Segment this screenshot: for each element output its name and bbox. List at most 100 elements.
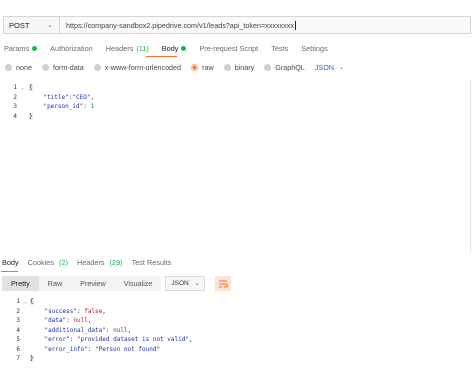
code-token: null	[73, 317, 88, 324]
code-line: "error": "provided dataset is not valid"…	[30, 335, 193, 345]
tab-pre-request-label: Pre-request Script	[199, 43, 259, 53]
body-format-label: JSON	[314, 62, 334, 72]
radio-raw[interactable]	[191, 63, 199, 71]
line-number: 1	[16, 298, 20, 305]
wrap-lines-button[interactable]	[214, 276, 231, 291]
view-mode-group: Pretty Raw Preview Visualize	[2, 276, 162, 291]
radio-raw-label[interactable]: raw	[202, 63, 214, 72]
line-number: 2	[16, 307, 20, 315]
code-token: 1	[90, 103, 95, 110]
cookies-count: (2)	[59, 258, 68, 267]
tab-test-results[interactable]: Test Results	[132, 258, 172, 270]
response-active-tab-underline	[1, 271, 18, 272]
radio-urlencoded-label[interactable]: x-www-form-urlencoded	[105, 63, 181, 72]
response-format-select[interactable]: JSON ⌄	[165, 276, 205, 291]
headers-count: (11)	[136, 43, 149, 53]
radio-none[interactable]	[5, 63, 12, 71]
view-preview[interactable]: Preview	[71, 276, 115, 291]
tab-params[interactable]: Params	[4, 41, 38, 55]
code-token: "success"	[44, 307, 77, 315]
fold-chevron-icon[interactable]: ⌄	[24, 298, 27, 308]
radio-form-data-label[interactable]: form-data	[53, 63, 84, 72]
text-cursor	[294, 20, 296, 30]
code-token: ,	[188, 336, 193, 343]
response-headers-count: (29)	[109, 258, 123, 267]
tab-cookies-label: Cookies	[27, 258, 55, 267]
code-token: }	[30, 355, 34, 362]
tab-response-headers-label: Headers	[76, 258, 105, 267]
tab-response-body[interactable]: Body	[2, 258, 19, 270]
view-pretty[interactable]: Pretty	[2, 276, 39, 291]
tab-body[interactable]: Body	[162, 41, 187, 55]
response-code: { "success": false, "data": null, "addit…	[30, 297, 193, 364]
code-token: :	[87, 345, 96, 353]
chevron-down-icon: ⌄	[338, 64, 345, 71]
code-token: ,	[90, 93, 95, 101]
radio-none-label[interactable]: none	[16, 63, 32, 72]
code-token: "error_info"	[44, 345, 88, 353]
tab-tests[interactable]: Tests	[271, 41, 288, 55]
code-line: {	[29, 83, 94, 93]
view-raw[interactable]: Raw	[39, 276, 71, 291]
response-body-viewer[interactable]: 1 2 3 4 5 6 7 ⌄ { "success": false, "dat…	[0, 297, 470, 387]
radio-graphql-label[interactable]: GraphQL	[275, 63, 305, 72]
tab-cookies[interactable]: Cookies (2)	[28, 258, 68, 270]
radio-form-data[interactable]	[42, 63, 49, 71]
url-text: https://company-sandbox2.pipedrive.com/v…	[66, 20, 294, 30]
code-line: "title":"CEO",	[29, 93, 94, 103]
code-token: "provided dataset is not valid"	[76, 336, 189, 343]
url-input[interactable]: https://company-sandbox2.pipedrive.com/v…	[59, 16, 471, 34]
request-code: { "title":"CEO", "person_id": 1}	[29, 83, 94, 121]
tab-test-results-label: Test Results	[131, 258, 172, 267]
view-visualize-label: Visualize	[123, 279, 153, 288]
radio-graphql[interactable]	[264, 63, 272, 71]
code-token: ,	[87, 317, 92, 324]
tab-pre-request-script[interactable]: Pre-request Script	[199, 41, 258, 55]
radio-urlencoded[interactable]	[93, 63, 101, 71]
code-token: "person_id"	[43, 103, 84, 110]
tab-headers[interactable]: Headers (11)	[106, 41, 149, 55]
view-preview-label: Preview	[80, 279, 106, 288]
code-token: "data"	[44, 317, 67, 324]
response-line-numbers: 1 2 3 4 5 6 7	[8, 297, 20, 364]
view-visualize[interactable]: Visualize	[115, 276, 162, 291]
body-format-select[interactable]: JSON ⌄	[315, 63, 344, 72]
fold-chevron-icon[interactable]: ⌄	[21, 84, 24, 94]
request-body-editor[interactable]: 1 2 3 4 ⌄ { "title":"CEO", "person_id": …	[0, 83, 470, 253]
code-token: "error"	[44, 336, 70, 343]
body-type-options: none form-data x-www-form-urlencoded raw…	[0, 61, 344, 73]
code-line: "error_info": "Person not found"	[30, 345, 193, 355]
code-token: }	[29, 112, 33, 120]
radio-binary-label[interactable]: binary	[235, 63, 255, 72]
response-tabs: Body Cookies (2) Headers (29) Test Resul…	[0, 258, 474, 270]
radio-binary[interactable]	[223, 63, 231, 71]
tab-settings-label: Settings	[301, 43, 328, 53]
code-token: ,	[127, 326, 132, 334]
line-number: 5	[16, 336, 20, 343]
code-token: false	[84, 307, 103, 315]
code-line: }	[29, 112, 94, 122]
line-number: 6	[16, 345, 20, 353]
code-line: {	[30, 297, 193, 307]
line-number: 4	[16, 326, 20, 334]
tab-authorization[interactable]: Authorization	[50, 41, 93, 55]
tab-settings[interactable]: Settings	[301, 41, 327, 55]
line-number: 1	[13, 84, 17, 91]
tab-tests-label: Tests	[271, 43, 289, 53]
method-select[interactable]: POST ⌄	[3, 16, 59, 34]
tab-body-label: Body	[161, 43, 179, 53]
tab-response-headers[interactable]: Headers (29)	[77, 258, 123, 270]
code-token: {	[29, 84, 33, 91]
code-line: "success": false,	[30, 307, 193, 317]
code-token: {	[30, 298, 34, 305]
method-label: POST	[9, 20, 30, 30]
line-number: 4	[13, 112, 17, 120]
code-token: "title"	[43, 93, 69, 101]
code-line: "data": null,	[30, 316, 193, 326]
